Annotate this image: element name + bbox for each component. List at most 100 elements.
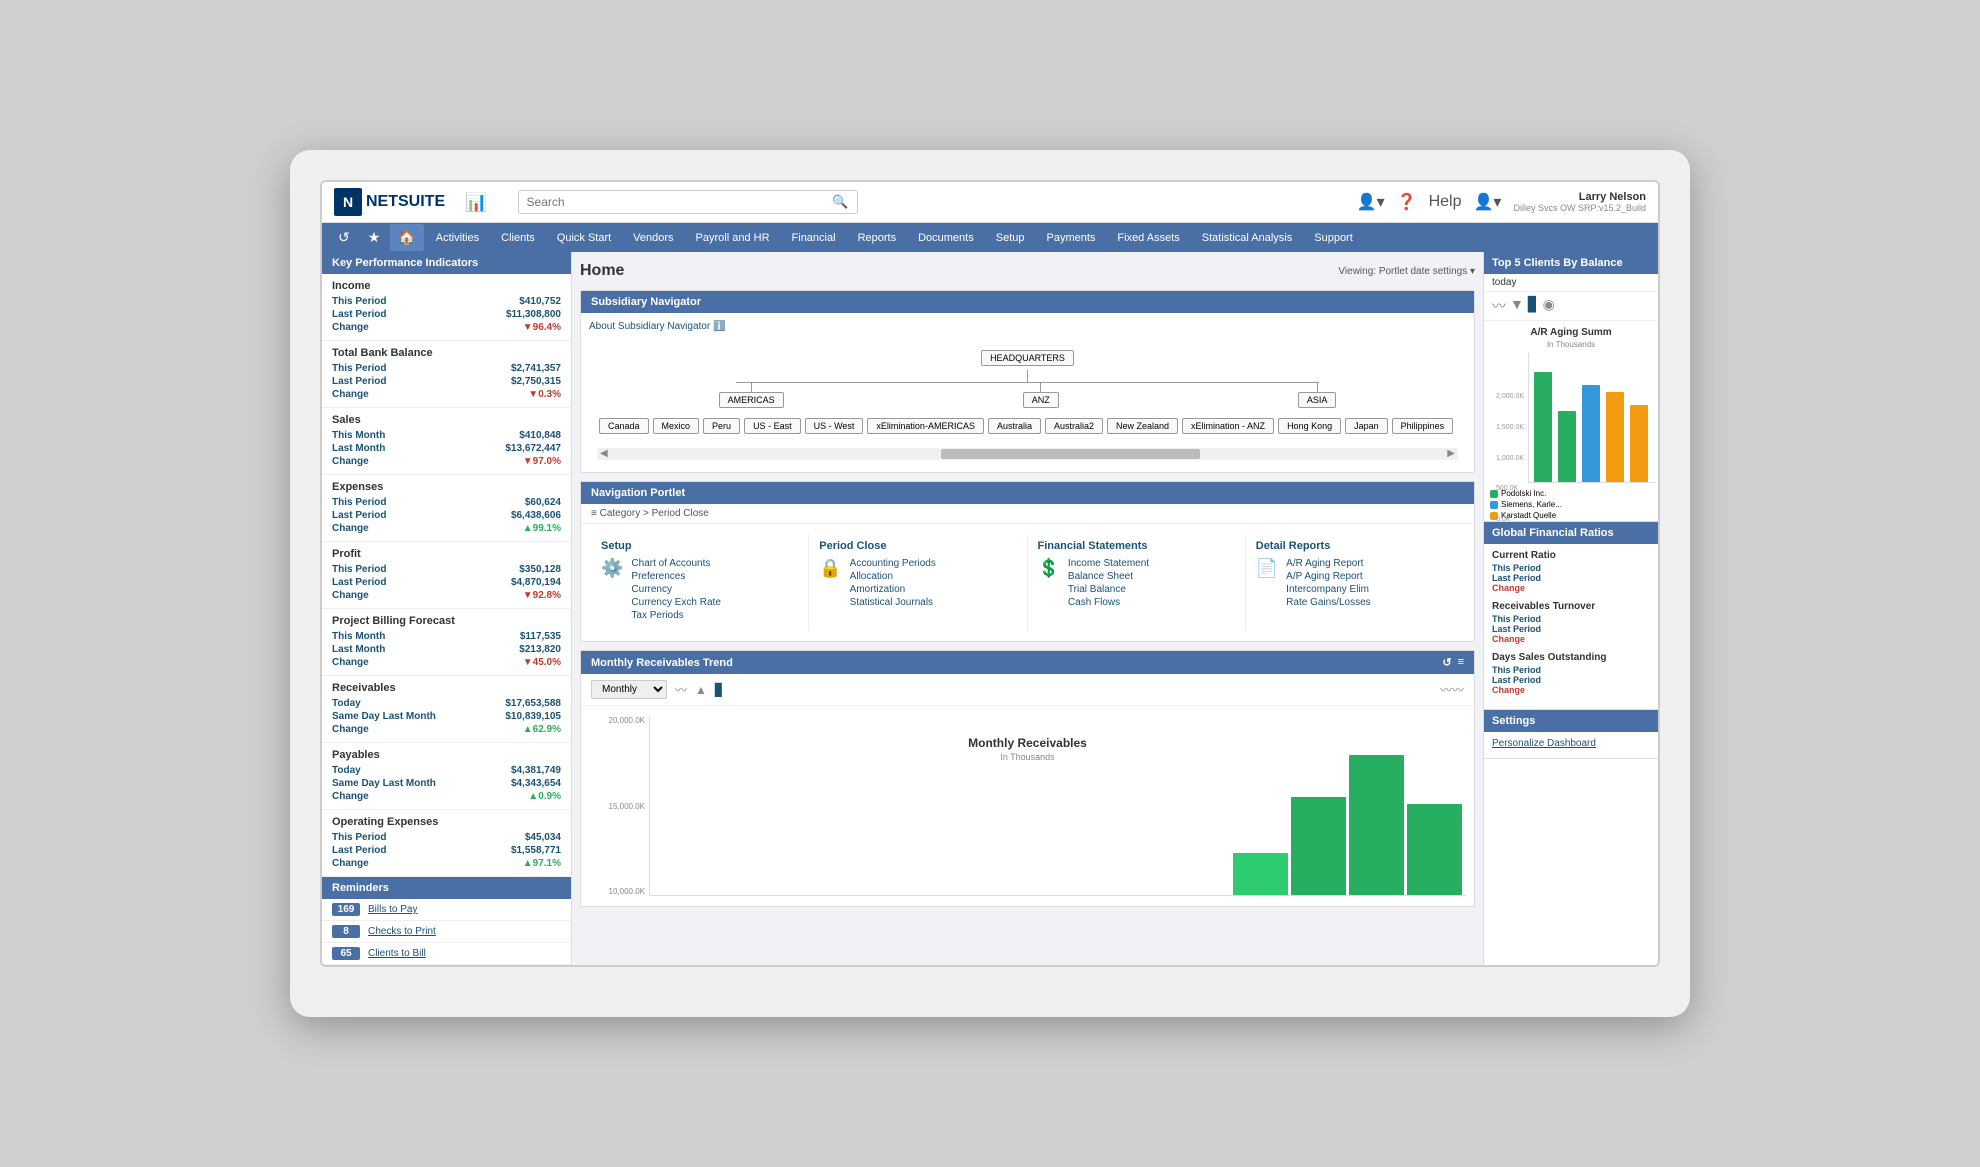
gfr-receivables-turnover: Receivables Turnover This Period Last Pe… <box>1492 601 1650 644</box>
nav-tax-periods[interactable]: Tax Periods <box>631 610 720 621</box>
nav-statistical-journals[interactable]: Statistical Journals <box>850 597 936 608</box>
kpi-row: Today $17,653,588 <box>332 697 561 710</box>
bar-chart-bars <box>649 716 1466 896</box>
horizontal-scrollbar[interactable]: ◀ ▶ <box>597 448 1458 460</box>
filter-btn[interactable]: ▼ <box>1510 296 1524 316</box>
bar-chart-icon[interactable]: ▊ <box>715 683 724 697</box>
scrollbar-thumb[interactable] <box>941 449 1199 459</box>
refresh-icon[interactable]: ↺ <box>1442 656 1451 669</box>
nav-chart-accounts[interactable]: Chart of Accounts <box>631 558 720 569</box>
reminder-link[interactable]: Bills to Pay <box>368 904 417 915</box>
nav-reports[interactable]: Reports <box>848 225 907 251</box>
nav-section-detail-reports: Detail Reports 📄 A/R Aging Report A/P Ag… <box>1246 534 1464 631</box>
subsidiary-title: Subsidiary Navigator <box>591 296 701 308</box>
nav-amortization[interactable]: Amortization <box>850 584 936 595</box>
nav-rate-gains[interactable]: Rate Gains/Losses <box>1286 597 1371 608</box>
nav-activities[interactable]: Activities <box>426 225 489 251</box>
tree-node-australia2[interactable]: Australia2 <box>1045 418 1103 434</box>
tree-node-ph[interactable]: Philippines <box>1392 418 1454 434</box>
nav-income-statement[interactable]: Income Statement <box>1068 558 1149 569</box>
nav-trial-balance[interactable]: Trial Balance <box>1068 584 1149 595</box>
search-input[interactable] <box>527 195 833 209</box>
tree-node-japan[interactable]: Japan <box>1345 418 1388 434</box>
kpi-value: $6,438,606 <box>511 510 561 521</box>
reminder-link[interactable]: Checks to Print <box>368 926 436 937</box>
ar-bar <box>1558 411 1576 482</box>
nav-payments[interactable]: Payments <box>1036 225 1105 251</box>
subsidiary-about[interactable]: About Subsidiary Navigator ℹ️ <box>589 321 1466 332</box>
reminder-count: 169 <box>332 903 360 916</box>
tree-node-americas[interactable]: AMERICAS <box>719 392 784 408</box>
scroll-left-arrow[interactable]: ◀ <box>597 448 611 460</box>
nav-financial[interactable]: Financial <box>782 225 846 251</box>
tree-node-us-west[interactable]: US - West <box>805 418 864 434</box>
nav-cash-flows[interactable]: Cash Flows <box>1068 597 1149 608</box>
kpi-value: $2,741,357 <box>511 363 561 374</box>
tree-node-xelim-americas[interactable]: xElimination-AMERICAS <box>867 418 984 434</box>
reminder-link[interactable]: Clients to Bill <box>368 948 426 959</box>
back-icon[interactable]: ↺ <box>330 223 358 252</box>
help-icon[interactable]: ❓ <box>1397 192 1417 212</box>
nav-payroll[interactable]: Payroll and HR <box>686 225 780 251</box>
scroll-right-arrow[interactable]: ▶ <box>1444 448 1458 460</box>
kpi-payables-title: Payables <box>332 749 561 761</box>
nav-ar-aging-report[interactable]: A/R Aging Report <box>1286 558 1371 569</box>
personalize-dashboard-link[interactable]: Personalize Dashboard <box>1492 738 1650 749</box>
gfr-header: Global Financial Ratios <box>1484 522 1658 544</box>
pie-chart-btn[interactable]: ◉ <box>1543 296 1555 316</box>
notifications-icon[interactable]: 👤▾ <box>1357 192 1385 212</box>
tree-node-canada[interactable]: Canada <box>599 418 649 434</box>
kpi-label: This Period <box>332 564 386 575</box>
nav-fixed-assets[interactable]: Fixed Assets <box>1107 225 1189 251</box>
kpi-change-val: ▼45.0% <box>523 657 561 668</box>
nav-currency[interactable]: Currency <box>631 584 720 595</box>
line-chart-icon[interactable]: 〰 <box>675 681 687 698</box>
chart-bar-icon: 📊 <box>465 192 487 213</box>
nav-clients[interactable]: Clients <box>491 225 545 251</box>
user-icon[interactable]: 👤▾ <box>1474 192 1502 212</box>
line-chart-btn[interactable]: 〰 <box>1492 296 1506 316</box>
nav-intercompany-elim[interactable]: Intercompany Elim <box>1286 584 1371 595</box>
nav-preferences[interactable]: Preferences <box>631 571 720 582</box>
nav-setup[interactable]: Setup <box>986 225 1035 251</box>
gfr-change-label: Change <box>1492 583 1525 593</box>
subsidiary-body: About Subsidiary Navigator ℹ️ HEADQUARTE… <box>581 313 1474 472</box>
tree-node-xelim-anz[interactable]: xElimination - ANZ <box>1182 418 1274 434</box>
nav-ap-aging-report[interactable]: A/P Aging Report <box>1286 571 1371 582</box>
tree-node-mexico[interactable]: Mexico <box>653 418 700 434</box>
nav-documents[interactable]: Documents <box>908 225 984 251</box>
period-select[interactable]: Monthly Weekly Quarterly <box>591 680 667 699</box>
viewing-text[interactable]: Viewing: Portlet date settings ▾ <box>1338 266 1475 277</box>
nav-balance-sheet[interactable]: Balance Sheet <box>1068 571 1149 582</box>
nav-quickstart[interactable]: Quick Start <box>547 225 621 251</box>
kpi-sales: Sales This Month $410,848 Last Month $13… <box>322 408 571 475</box>
home-icon[interactable]: 🏠 <box>390 224 423 251</box>
tree-node-hq[interactable]: HEADQUARTERS <box>981 350 1074 366</box>
star-icon[interactable]: ★ <box>360 223 389 252</box>
kpi-label: This Period <box>332 497 386 508</box>
tree-node-peru[interactable]: Peru <box>703 418 740 434</box>
menu-icon[interactable]: ≡ <box>1458 656 1464 669</box>
tree-node-hk[interactable]: Hong Kong <box>1278 418 1341 434</box>
kpi-value: $410,752 <box>519 296 561 307</box>
top5-header: Top 5 Clients By Balance <box>1484 252 1658 274</box>
tree-node-australia[interactable]: Australia <box>988 418 1041 434</box>
tree-node-anz[interactable]: ANZ <box>1023 392 1059 408</box>
bar-chart-btn[interactable]: ▊ <box>1528 296 1539 316</box>
tree-node-nz[interactable]: New Zealand <box>1107 418 1178 434</box>
search-bar[interactable]: 🔍 <box>518 190 858 214</box>
gfr-row: This Period <box>1492 665 1650 675</box>
nav-support[interactable]: Support <box>1304 225 1363 251</box>
tree-node-us-east[interactable]: US - East <box>744 418 801 434</box>
nav-bar: ↺ ★ 🏠 Activities Clients Quick Start Ven… <box>322 223 1658 252</box>
gfr-body: Current Ratio This Period Last Period Ch… <box>1484 544 1658 709</box>
area-chart-icon[interactable]: ▲ <box>695 683 707 697</box>
tree-node-asia[interactable]: ASIA <box>1298 392 1337 408</box>
nav-currency-exch[interactable]: Currency Exch Rate <box>631 597 720 608</box>
help-label[interactable]: Help <box>1429 193 1462 211</box>
nav-vendors[interactable]: Vendors <box>623 225 683 251</box>
nav-statistical[interactable]: Statistical Analysis <box>1192 225 1302 251</box>
nav-allocation[interactable]: Allocation <box>850 571 936 582</box>
nav-accounting-periods[interactable]: Accounting Periods <box>850 558 936 569</box>
kpi-label: Last Month <box>332 644 385 655</box>
